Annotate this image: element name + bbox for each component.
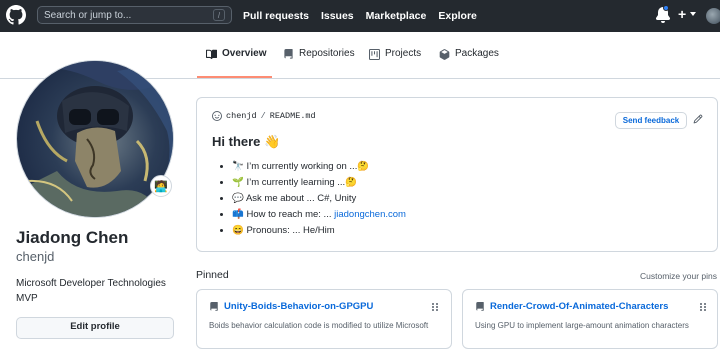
readme-greeting: Hi there 👋 <box>212 134 281 149</box>
profile-avatar[interactable] <box>16 60 174 218</box>
tab-packages-label: Packages <box>455 48 499 59</box>
edit-profile-button[interactable]: Edit profile <box>16 317 174 339</box>
readme-card: chenjd / README.md Send feedback Hi ther… <box>196 97 718 252</box>
readme-path: chenjd / README.md <box>212 111 316 121</box>
readme-file-link[interactable]: README.md <box>270 111 316 121</box>
pinned-repo-description: Boids behavior calculation code is modif… <box>209 321 429 330</box>
global-header: / Pull requests Issues Marketplace Explo… <box>0 0 720 32</box>
pinned-heading: Pinned <box>196 269 229 281</box>
tab-repositories[interactable]: Repositories <box>283 48 355 78</box>
github-logo-icon[interactable] <box>6 5 26 25</box>
tab-projects[interactable]: Projects <box>369 48 421 78</box>
status-badge[interactable]: 🧑‍💻 <box>150 175 172 197</box>
readme-path-separator: / <box>260 111 266 121</box>
customize-pins-link[interactable]: Customize your pins <box>640 271 717 281</box>
repo-icon <box>284 49 293 59</box>
readme-item-working: 🔭 I’m currently working on ...🤔 <box>232 159 406 175</box>
repo-icon <box>476 302 484 311</box>
tab-packages[interactable]: Packages <box>439 48 499 78</box>
nav-issues[interactable]: Issues <box>321 10 354 22</box>
status-emoji: 🧑‍💻 <box>154 180 168 193</box>
profile-bio: Microsoft Developer Technologies MVP <box>16 278 166 304</box>
drag-handle-icon[interactable] <box>431 302 439 312</box>
pinned-repo-link[interactable]: Unity-Boids-Behavior-on-GPGPU <box>224 301 373 312</box>
tab-overview-label: Overview <box>222 48 267 59</box>
readme-item-ask: 💬 Ask me about ... C#, Unity <box>232 191 406 207</box>
smiley-icon <box>212 111 222 121</box>
repo-icon <box>210 302 218 311</box>
search-box[interactable]: / <box>37 6 232 24</box>
drag-handle-icon[interactable] <box>699 302 707 312</box>
readme-item-pronouns: 😄 Pronouns: ... He/Him <box>232 223 406 239</box>
profile-name: Jiadong Chen <box>16 228 129 247</box>
readme-contact-text: 📫 How to reach me: ... <box>232 209 335 220</box>
readme-item-learning: 🌱 I’m currently learning ...🤔 <box>232 175 406 191</box>
nav-marketplace[interactable]: Marketplace <box>366 10 427 22</box>
pinned-repo-card: Unity-Boids-Behavior-on-GPGPU Boids beha… <box>196 289 452 349</box>
profile-avatar-image <box>17 61 173 217</box>
tab-projects-label: Projects <box>385 48 422 59</box>
pinned-repo-description: Using GPU to implement large-amount anim… <box>475 321 689 330</box>
chevron-down-icon[interactable] <box>690 12 696 16</box>
readme-item-contact: 📫 How to reach me: ... jiadongchen.com <box>232 207 406 223</box>
profile-username: chenjd <box>16 249 55 264</box>
nav-pull-requests[interactable]: Pull requests <box>243 10 309 22</box>
pinned-repo-card: Render-Crowd-Of-Animated-Characters Usin… <box>462 289 718 349</box>
search-input[interactable] <box>44 7 194 24</box>
readme-list: 🔭 I’m currently working on ...🤔 🌱 I’m cu… <box>224 159 406 239</box>
book-icon <box>206 49 217 59</box>
tab-repositories-label: Repositories <box>299 48 355 59</box>
nav-explore[interactable]: Explore <box>438 10 477 22</box>
send-feedback-button[interactable]: Send feedback <box>615 112 687 129</box>
website-link[interactable]: jiadongchen.com <box>334 209 406 220</box>
create-new-button[interactable]: + <box>678 6 686 22</box>
global-nav: Pull requests Issues Marketplace Explore <box>243 0 477 32</box>
tab-overview[interactable]: Overview <box>197 48 272 78</box>
user-avatar-menu[interactable] <box>706 8 720 24</box>
pencil-icon[interactable] <box>693 114 703 124</box>
package-icon <box>439 49 450 60</box>
notification-indicator <box>663 5 669 11</box>
search-shortcut-key: / <box>213 9 225 21</box>
pinned-repo-link[interactable]: Render-Crowd-Of-Animated-Characters <box>490 301 668 312</box>
project-icon <box>369 49 380 60</box>
readme-owner-link[interactable]: chenjd <box>226 111 257 121</box>
